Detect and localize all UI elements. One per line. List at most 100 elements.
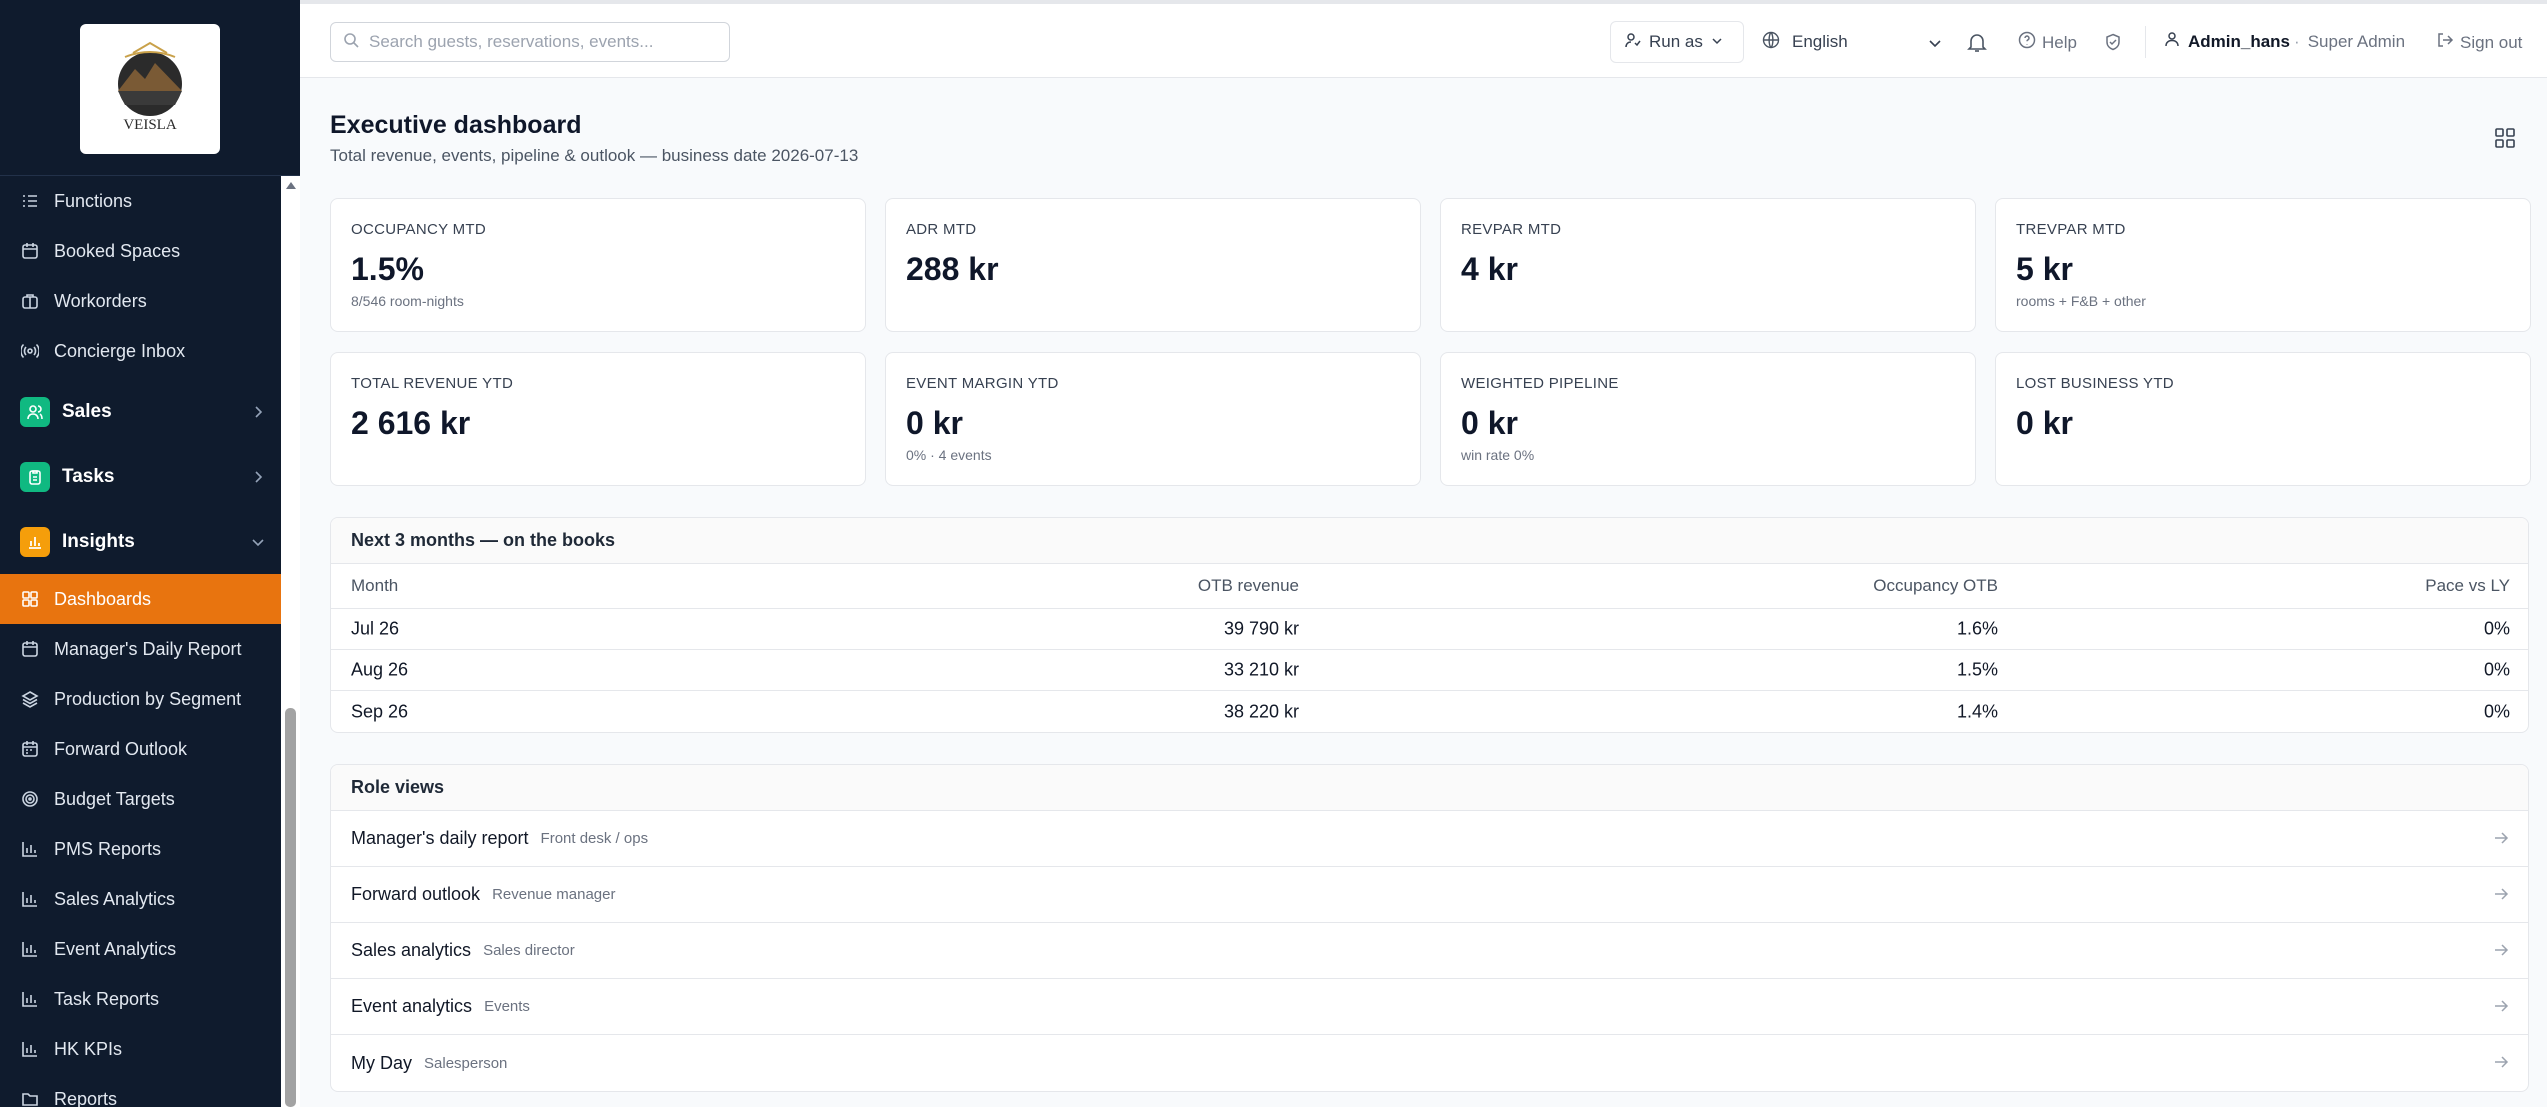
broadcast-icon — [20, 341, 40, 361]
sidebar-scrollbar[interactable] — [281, 176, 300, 1107]
calendar-icon — [20, 639, 40, 659]
sidebar-item-hk-kpis[interactable]: HK KPIs — [0, 1024, 281, 1074]
scroll-thumb[interactable] — [285, 708, 296, 1107]
run-as-button[interactable]: Run as — [1610, 21, 1744, 63]
run-as-label: Run as — [1649, 32, 1703, 51]
sidebar-item-task-reports[interactable]: Task Reports — [0, 974, 281, 1024]
globe-icon — [1762, 31, 1780, 54]
kpi-card-lost-business-ytd: LOST BUSINESS YTD 0 kr — [1995, 352, 2531, 486]
sidebar-item-production-by-segment[interactable]: Production by Segment — [0, 674, 281, 724]
clipboard-icon — [20, 462, 50, 492]
sidebar-item-booked-spaces[interactable]: Booked Spaces — [0, 226, 281, 276]
sidebar-item-functions[interactable]: Functions — [0, 176, 281, 226]
role-view-managers-daily-report[interactable]: Manager's daily report Front desk / ops — [331, 811, 2528, 867]
sidebar-item-label: Booked Spaces — [54, 240, 181, 261]
sidebar-item-label: Reports — [54, 1088, 118, 1107]
kpi-label: TREVPAR MTD — [2016, 221, 2126, 238]
language-select[interactable]: English — [1762, 21, 1942, 63]
cell-month: Aug 26 — [351, 659, 409, 680]
table-row: Jul 26 39 790 kr 1.6% 0% — [331, 609, 2528, 650]
kpi-label: WEIGHTED PIPELINE — [1461, 375, 1619, 392]
bar-chart-icon — [20, 889, 40, 909]
cell-pace-vs-ly: 0% — [2483, 618, 2510, 639]
sidebar-item-label: Production by Segment — [54, 688, 242, 709]
role-view-name: Forward outlook — [351, 884, 481, 904]
help-link[interactable]: Help — [2018, 31, 2077, 54]
role-view-name: My Day — [351, 1052, 413, 1073]
role-view-forward-outlook[interactable]: Forward outlook Revenue manager — [331, 867, 2528, 923]
cell-pace-vs-ly: 0% — [2483, 701, 2510, 721]
chevron-down-icon — [1928, 35, 1942, 55]
arrow-right-icon — [2492, 997, 2510, 1020]
sidebar-item-workorders[interactable]: Workorders — [0, 276, 281, 326]
role-view-sales-analytics[interactable]: Sales analytics Sales director — [331, 923, 2528, 979]
table-row: Aug 26 33 210 kr 1.5% 0% — [331, 650, 2528, 691]
sidebar-item-concierge-inbox[interactable]: Concierge Inbox — [0, 326, 281, 376]
calendar-icon — [20, 739, 40, 759]
language-value: English — [1792, 32, 1848, 51]
cell-otb-revenue: 39 790 kr — [1223, 618, 1299, 639]
scroll-up-arrow-icon[interactable] — [286, 182, 296, 189]
user-role: Super Admin — [2307, 31, 2406, 51]
sidebar-item-label: Manager's Daily Report — [54, 638, 242, 659]
shield-check-icon[interactable] — [2104, 33, 2122, 56]
sidebar-item-label: Functions — [54, 190, 133, 211]
user-separator: · — [2294, 31, 2300, 51]
kpi-value: 4 kr — [1461, 251, 1518, 287]
sidebar-group-tasks[interactable]: Tasks — [0, 449, 281, 505]
cell-occupancy-otb: 1.6% — [1956, 618, 1998, 639]
sidebar-item-budget-targets[interactable]: Budget Targets — [0, 774, 281, 824]
kpi-label: REVPAR MTD — [1461, 221, 1562, 238]
role-views-title: Role views — [331, 765, 2528, 811]
sidebar-item-event-analytics[interactable]: Event Analytics — [0, 924, 281, 974]
role-view-name: Manager's daily report — [351, 828, 529, 848]
target-icon — [20, 789, 40, 809]
kpi-value: 288 kr — [906, 251, 999, 287]
kpi-value: 2 616 kr — [351, 405, 471, 441]
sidebar-item-label: PMS Reports — [54, 838, 162, 859]
sidebar-item-label: HK KPIs — [54, 1038, 123, 1059]
layout-grid-icon[interactable] — [2485, 118, 2525, 158]
sidebar-item-managers-daily-report[interactable]: Manager's Daily Report — [0, 624, 281, 674]
page-title: Executive dashboard — [330, 111, 582, 139]
sidebar-item-reports[interactable]: Reports — [0, 1074, 281, 1107]
user-menu[interactable]: Admin_hans · Super Admin — [2164, 31, 2405, 52]
sidebar-item-pms-reports[interactable]: PMS Reports — [0, 824, 281, 874]
sign-out-button[interactable]: Sign out — [2436, 31, 2522, 54]
help-circle-icon — [2018, 31, 2036, 54]
role-view-my-day[interactable]: My Day Salesperson — [331, 1035, 2528, 1091]
user-icon — [2164, 31, 2180, 52]
sidebar-item-forward-outlook[interactable]: Forward Outlook — [0, 724, 281, 774]
veisla-logo-icon: VEISLA — [118, 41, 182, 133]
kpi-card-weighted-pipeline: WEIGHTED PIPELINE 0 kr win rate 0% — [1440, 352, 1976, 486]
sidebar-group-sales[interactable]: Sales — [0, 384, 281, 440]
cell-pace-vs-ly: 0% — [2483, 659, 2510, 680]
sidebar-group-insights[interactable]: Insights — [0, 514, 281, 570]
sidebar-item-dashboards[interactable]: Dashboards — [0, 574, 281, 624]
brand-logo[interactable]: VEISLA — [80, 24, 220, 154]
role-view-tag: Revenue manager — [492, 886, 616, 903]
kpi-value: 0 kr — [1461, 405, 1518, 441]
notifications-bell-icon[interactable] — [1966, 31, 1988, 58]
cell-otb-revenue: 38 220 kr — [1223, 701, 1299, 721]
role-views-panel: Role views Manager's daily report Front … — [330, 764, 2529, 1092]
role-view-name: Sales analytics — [351, 940, 472, 960]
search-input[interactable] — [369, 32, 709, 52]
calendar-icon — [20, 241, 40, 261]
sidebar-item-sales-analytics[interactable]: Sales Analytics — [0, 874, 281, 924]
user-switch-icon — [1625, 32, 1641, 53]
global-search[interactable] — [330, 22, 730, 62]
role-view-tag: Sales director — [483, 942, 575, 959]
logo-area: VEISLA — [0, 0, 300, 176]
layers-icon — [20, 689, 40, 709]
sidebar-item-label: Budget Targets — [54, 788, 175, 809]
chevron-down-icon — [251, 533, 265, 555]
role-view-event-analytics[interactable]: Event analytics Events — [331, 979, 2528, 1035]
sidebar-item-label: Concierge Inbox — [54, 340, 186, 361]
kpi-label: TOTAL REVENUE YTD — [351, 375, 514, 392]
sidebar-group-label: Tasks — [62, 466, 115, 487]
cell-otb-revenue: 33 210 kr — [1223, 659, 1299, 680]
role-view-tag: Salesperson — [424, 1054, 508, 1072]
help-label: Help — [2042, 32, 2077, 52]
grid-icon — [20, 589, 40, 609]
